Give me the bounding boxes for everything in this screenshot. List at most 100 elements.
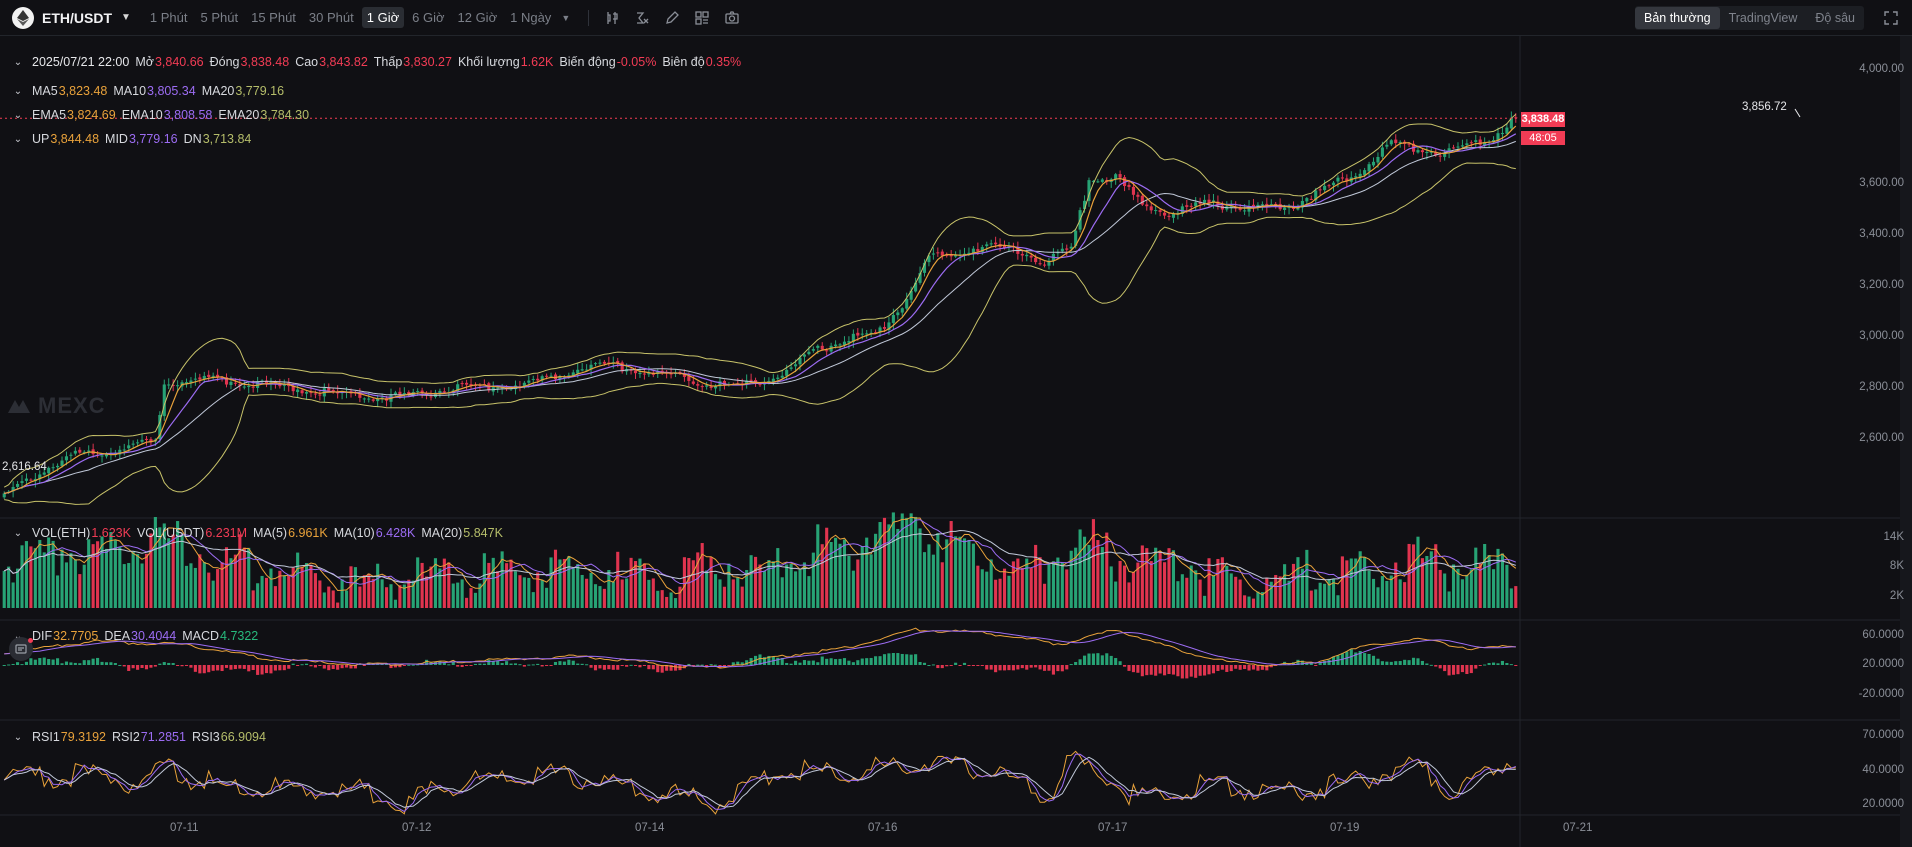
volume-bar: [1234, 576, 1238, 608]
macd-histogram-bar: [869, 657, 873, 665]
volume-bar: [549, 557, 553, 608]
volume-bar: [1122, 565, 1127, 608]
volume-bar: [762, 571, 767, 608]
collapse-chevron-icon[interactable]: ⌄: [10, 57, 26, 68]
ema10-label: EMA10: [121, 108, 163, 122]
volume-bar: [238, 534, 242, 608]
volume-bar: [1283, 564, 1287, 608]
volume-value: 1.62K: [520, 55, 554, 69]
volume-bar: [607, 570, 611, 608]
candle-body: [122, 449, 126, 451]
volume-bar: [749, 555, 753, 608]
candle-body: [51, 467, 55, 469]
volume-bar: [847, 555, 851, 608]
volume-bar: [140, 563, 144, 608]
volume-bar: [896, 528, 900, 608]
candle-body: [1042, 264, 1047, 266]
volume-bar: [1345, 560, 1349, 608]
macd-histogram-bar: [785, 662, 789, 665]
macd-histogram-bar: [896, 653, 900, 665]
candle-body: [642, 373, 646, 375]
volume-bar: [838, 543, 842, 608]
volume-bar: [860, 546, 864, 608]
volume-bar: [1163, 562, 1167, 608]
macd-histogram-bar: [918, 662, 922, 665]
volume-bar: [909, 513, 913, 608]
notification-dot: [28, 638, 33, 643]
candle-body: [900, 308, 904, 313]
volume-bar: [207, 572, 211, 608]
collapse-chevron-icon[interactable]: ⌄: [10, 110, 26, 121]
macd-histogram-bar: [891, 652, 895, 665]
candle-body: [776, 377, 780, 379]
macd-histogram-bar: [509, 663, 513, 665]
volume-bar: [362, 575, 366, 608]
macd-histogram-bar: [558, 661, 562, 665]
macd-histogram-bar: [344, 665, 349, 668]
macd-histogram-bar: [616, 665, 620, 670]
volume-bar: [1287, 580, 1291, 608]
volume-bar: [527, 577, 531, 608]
macd-label: MACD: [182, 629, 220, 643]
volume-bar: [1451, 564, 1456, 608]
volume-bar: [398, 585, 402, 608]
macd-histogram-bar: [949, 665, 953, 666]
volume-bar: [656, 590, 660, 608]
collapse-chevron-icon[interactable]: ⌄: [10, 732, 26, 743]
collapse-chevron-icon[interactable]: ⌄: [10, 86, 26, 97]
volume-bar: [834, 537, 838, 608]
low-label: Thấp: [373, 55, 403, 69]
price-axis-label: 3,200.00: [1859, 279, 1904, 291]
chart-canvas[interactable]: [0, 0, 1912, 847]
volume-bar: [273, 586, 277, 608]
volume-bar: [1203, 595, 1207, 608]
macd-histogram-bar: [1496, 663, 1500, 665]
volume-bar: [1509, 588, 1513, 608]
candle-body: [1327, 185, 1331, 187]
volume-bar: [536, 572, 540, 608]
candle-body: [1505, 127, 1509, 134]
volume-bar: [1229, 573, 1233, 608]
macd-histogram-bar: [1416, 658, 1420, 665]
macd-histogram-bar: [1394, 661, 1398, 665]
volume-bar: [180, 534, 184, 608]
macd-histogram-bar: [807, 660, 811, 665]
candle-body: [318, 394, 322, 396]
volume-bar: [1491, 569, 1496, 608]
macd-histogram-bar: [1034, 665, 1038, 668]
volume-bar: [322, 592, 326, 608]
candle-body: [78, 449, 82, 453]
vol-ma5-value: 6.961K: [288, 526, 328, 540]
volume-bar: [811, 552, 815, 608]
macd-histogram-bar: [1327, 659, 1331, 665]
macd-histogram-bar: [251, 665, 255, 671]
volume-bar: [789, 563, 793, 608]
volume-bar: [931, 554, 935, 608]
collapse-chevron-icon[interactable]: ⌄: [10, 134, 26, 145]
candle-body: [131, 443, 135, 445]
candle-body: [300, 390, 304, 394]
candle-body: [1371, 161, 1376, 166]
price-axis-label: 4,000.00: [1859, 63, 1904, 75]
ema20-label: EMA20: [218, 108, 260, 122]
macd-histogram-bar: [980, 665, 984, 666]
volume-bar: [882, 517, 887, 608]
candle-body: [1456, 146, 1460, 148]
volume-bar: [1305, 549, 1309, 608]
volume-bar: [625, 578, 629, 608]
macd-histogram-bar: [1065, 665, 1069, 670]
macd-histogram-bar: [16, 662, 20, 665]
volume-bar: [816, 524, 820, 608]
macd-histogram-bar: [109, 662, 113, 665]
macd-histogram-bar: [1438, 665, 1442, 669]
volume-bar: [651, 578, 655, 608]
volume-bar: [1238, 579, 1242, 608]
candle-body: [691, 381, 695, 384]
macd-histogram-bar: [402, 665, 406, 666]
collapse-chevron-icon[interactable]: ⌄: [10, 528, 26, 539]
macd-histogram-bar: [113, 663, 117, 665]
ma5-label: MA5: [32, 84, 58, 98]
macd-histogram-bar: [638, 665, 642, 668]
volume-bar: [1198, 579, 1202, 608]
candle-body: [834, 344, 838, 347]
